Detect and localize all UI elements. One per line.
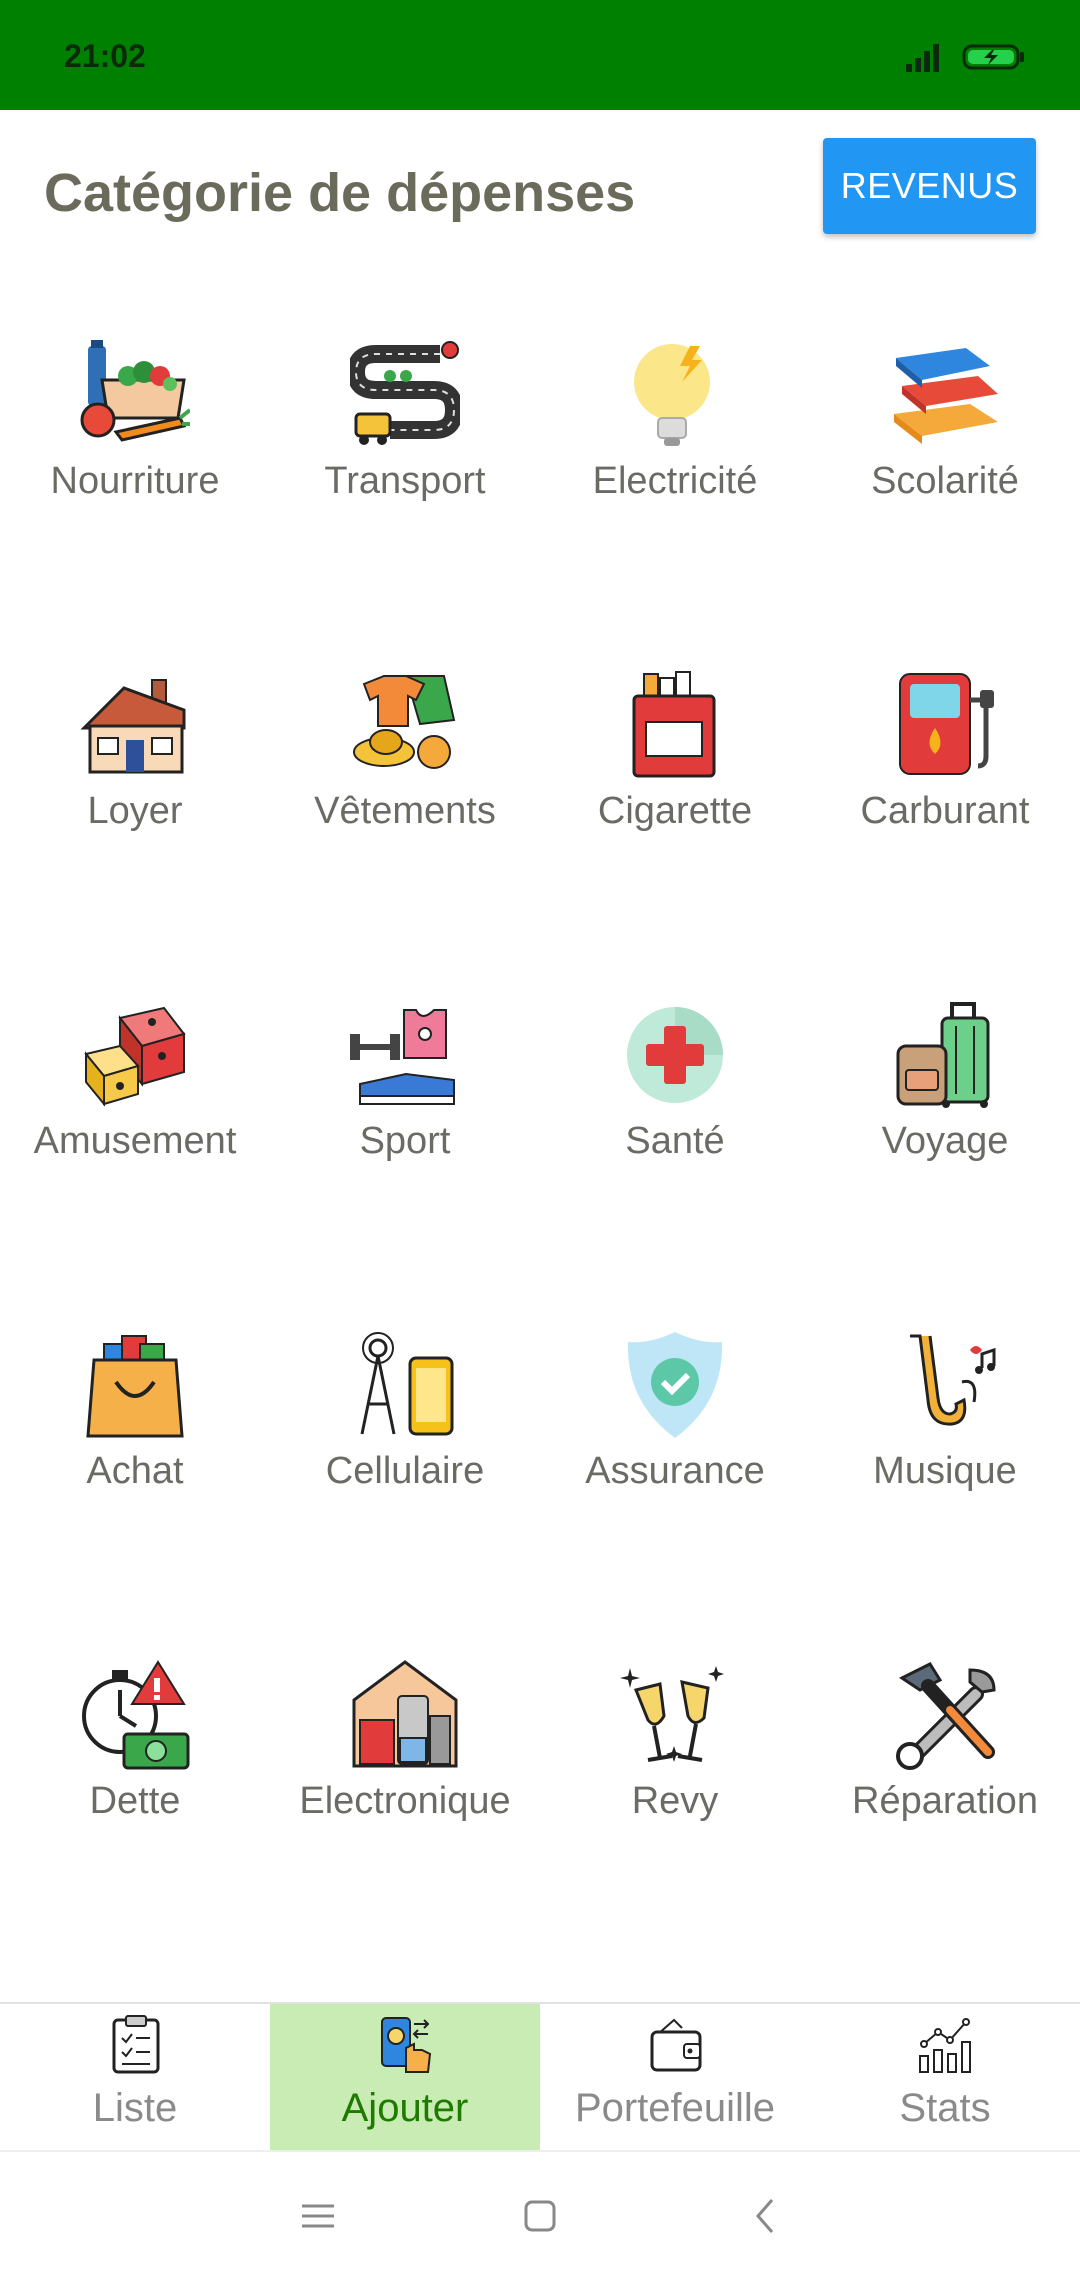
- category-achat[interactable]: Achat: [0, 1260, 270, 1590]
- category-label: Transport: [324, 460, 486, 502]
- nav-tab-stats[interactable]: Stats: [810, 2004, 1080, 2152]
- status-bar: 21:02: [0, 0, 1080, 110]
- category-carburant[interactable]: Carburant: [810, 600, 1080, 930]
- category-label: Electricité: [592, 460, 758, 502]
- category-label: Electronique: [299, 1780, 511, 1822]
- category-label: Musique: [873, 1450, 1017, 1492]
- category-transport[interactable]: Transport: [270, 270, 540, 600]
- luggage-icon: [896, 1002, 990, 1108]
- category-sante[interactable]: Santé: [540, 930, 810, 1260]
- category-label: Sport: [359, 1120, 451, 1162]
- partial-icon: [80, 1990, 190, 2000]
- category-partial[interactable]: [810, 1920, 1080, 2000]
- books-icon: [894, 348, 998, 444]
- category-partial[interactable]: [540, 1920, 810, 2000]
- transport-icon: [350, 341, 460, 445]
- shopping-bag-icon: [86, 1335, 184, 1438]
- battery-icon: [962, 44, 1024, 70]
- nav-tab-liste[interactable]: Liste: [0, 2004, 270, 2152]
- fuel-pump-icon: [899, 673, 994, 775]
- home-icon[interactable]: [520, 2196, 560, 2236]
- header: Catégorie de dépenses REVENUS: [0, 110, 1080, 270]
- nav-label: Ajouter: [341, 2086, 469, 2130]
- category-electricite[interactable]: Electricité: [540, 270, 810, 600]
- category-partial[interactable]: [270, 1920, 540, 2000]
- category-label: Dette: [89, 1780, 181, 1822]
- category-cigarette[interactable]: Cigarette: [540, 600, 810, 930]
- saxophone-icon: [910, 1334, 996, 1426]
- nav-label: Liste: [92, 2086, 178, 2130]
- back-icon[interactable]: [746, 2196, 786, 2236]
- category-loyer[interactable]: Loyer: [0, 600, 270, 930]
- stats-icon: [919, 2018, 971, 2073]
- category-grid: Nourriture Transport Electricité Scolari…: [0, 270, 1080, 2000]
- partial-icon: [620, 1990, 730, 2000]
- category-sport[interactable]: Sport: [270, 930, 540, 1260]
- medical-cross-icon: [627, 1007, 723, 1103]
- signal-icon: [906, 44, 939, 72]
- dice-icon: [84, 1006, 186, 1107]
- bottom-navigation: Liste Ajouter Portefeuille Stats: [0, 2002, 1080, 2152]
- category-nourriture[interactable]: Nourriture: [0, 270, 270, 600]
- category-label: Réparation: [852, 1780, 1038, 1822]
- category-label: Voyage: [881, 1120, 1009, 1162]
- clothes-icon: [353, 675, 456, 769]
- food-icon: [80, 340, 190, 442]
- stopwatch-money-icon: [82, 1660, 190, 1770]
- system-navigation-bar: [0, 2150, 1080, 2282]
- nav-tab-ajouter[interactable]: Ajouter: [270, 2004, 540, 2152]
- category-label: Santé: [625, 1120, 725, 1162]
- category-label: Loyer: [87, 790, 183, 832]
- category-label: Achat: [86, 1450, 184, 1492]
- category-label: Revy: [631, 1780, 719, 1822]
- category-label: Assurance: [585, 1450, 765, 1492]
- champagne-icon: [620, 1666, 724, 1762]
- appliances-icon: [352, 1660, 458, 1768]
- lightbulb-icon: [634, 344, 710, 446]
- category-vetements[interactable]: Vêtements: [270, 600, 540, 930]
- category-label: Cellulaire: [325, 1450, 485, 1492]
- category-reparation[interactable]: Réparation: [810, 1590, 1080, 1920]
- category-cellulaire[interactable]: Cellulaire: [270, 1260, 540, 1590]
- shield-icon: [627, 1332, 723, 1438]
- category-label: Amusement: [33, 1120, 237, 1162]
- category-revy[interactable]: Revy: [540, 1590, 810, 1920]
- page-title: Catégorie de dépenses: [44, 163, 636, 223]
- category-label: Vêtements: [314, 790, 496, 832]
- category-label: Carburant: [860, 790, 1030, 832]
- nav-tab-portefeuille[interactable]: Portefeuille: [540, 2004, 810, 2152]
- nav-label: Stats: [899, 2086, 991, 2130]
- house-icon: [80, 679, 186, 774]
- category-assurance[interactable]: Assurance: [540, 1260, 810, 1590]
- category-scolarite[interactable]: Scolarité: [810, 270, 1080, 600]
- clipboard-icon: [112, 2015, 160, 2074]
- wallet-icon: [650, 2018, 702, 2072]
- category-label: Nourriture: [50, 460, 220, 502]
- nav-label: Portefeuille: [574, 2086, 776, 2130]
- category-dette[interactable]: Dette: [0, 1590, 270, 1920]
- cigarette-pack-icon: [632, 671, 716, 778]
- revenus-button[interactable]: REVENUS: [823, 138, 1036, 234]
- add-payment-icon: [381, 2017, 432, 2073]
- partial-icon: [890, 1990, 1000, 2000]
- category-voyage[interactable]: Voyage: [810, 930, 1080, 1260]
- category-partial[interactable]: [0, 1920, 270, 2000]
- sport-icon: [350, 1009, 455, 1105]
- tools-icon: [896, 1662, 996, 1770]
- category-label: Cigarette: [597, 790, 753, 832]
- category-label: Scolarité: [871, 460, 1019, 502]
- category-electronique[interactable]: Electronique: [270, 1590, 540, 1920]
- status-time: 21:02: [64, 38, 146, 74]
- cellphone-icon: [360, 1332, 454, 1436]
- partial-icon: [350, 1990, 460, 2000]
- category-amusement[interactable]: Amusement: [0, 930, 270, 1260]
- category-musique[interactable]: Musique: [810, 1260, 1080, 1590]
- menu-icon[interactable]: [298, 2196, 338, 2236]
